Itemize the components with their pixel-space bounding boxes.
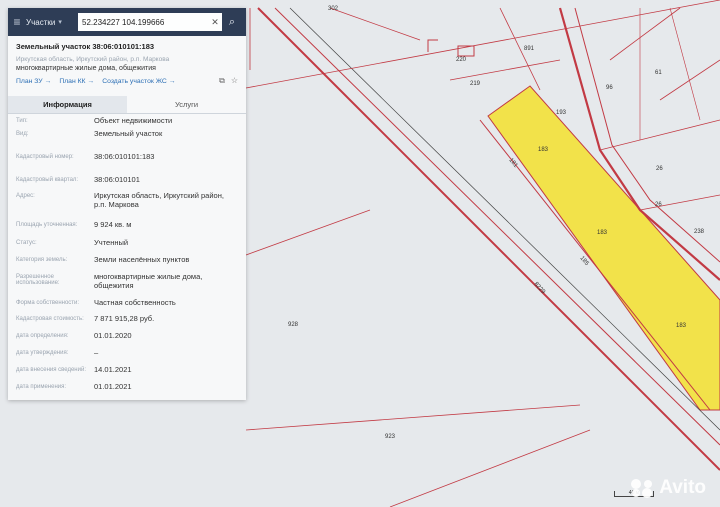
layer-select[interactable]: Участки ▾ <box>26 18 78 27</box>
search-input[interactable] <box>78 13 208 31</box>
card-header: Земельный участок 38:06:010101:183 Иркут… <box>8 38 246 90</box>
row-label: Кадастровый квартал: <box>16 177 79 183</box>
info-row-entry-date: дата внесения сведений: 14.01.2021 <box>8 365 246 382</box>
info-row-approval-date: дата утверждения: – <box>8 348 246 365</box>
row-label: Тип: <box>16 118 28 124</box>
info-row-area: Площадь уточненная: 9 924 кв. м <box>8 220 246 238</box>
row-value: 38:06:010101 <box>94 175 140 184</box>
row-label: Площадь уточненная: <box>16 222 78 228</box>
row-label: Кадастровая стоимость: <box>16 316 84 322</box>
share-icon[interactable]: ⧉ <box>219 76 225 86</box>
star-icon[interactable]: ☆ <box>231 76 238 86</box>
plan-zu-link[interactable]: План ЗУ → <box>16 78 51 85</box>
avito-watermark: Avito <box>629 477 706 499</box>
parcel-label-928: 928 <box>288 322 299 328</box>
row-value: 9 924 кв. м <box>94 220 132 229</box>
avito-logo-icon <box>631 479 653 498</box>
row-value: – <box>94 348 99 357</box>
parcel-label-26-a: 26 <box>656 166 663 172</box>
row-label: дата определения: <box>16 333 69 339</box>
action-links: План ЗУ → План КК → Создать участок ЖС →… <box>16 76 238 86</box>
row-value: 01.01.2021 <box>94 382 132 391</box>
parcel-label-891: 891 <box>524 46 535 52</box>
row-value: 38:06:010101:183 <box>94 152 155 161</box>
row-value: Учтенный <box>94 238 129 247</box>
info-rows: Тип: Объект недвижимости Вид: Земельный … <box>8 116 246 399</box>
info-row-cadastral-number: Кадастровый номер: 38:06:010101:183 <box>8 152 246 175</box>
row-value: Земли населённых пунктов <box>94 255 190 264</box>
info-row-kind: Вид: Земельный участок <box>8 129 246 152</box>
plan-kk-link[interactable]: План КК → <box>59 78 94 85</box>
layer-select-label: Участки <box>26 17 56 27</box>
info-row-determination-date: дата определения: 01.01.2020 <box>8 331 246 348</box>
parcel-label-96: 96 <box>606 85 613 91</box>
row-value: Земельный участок <box>94 129 163 138</box>
row-label: Разрешенное использование: <box>16 274 60 286</box>
info-row-permitted-use: Разрешенное использование: многоквартирн… <box>8 272 246 298</box>
row-value: 01.01.2020 <box>94 331 132 340</box>
info-row-type: Тип: Объект недвижимости <box>8 116 246 129</box>
avito-watermark-text: Avito <box>659 477 706 498</box>
row-label: Кадастровый номер: <box>16 154 74 160</box>
row-label: дата применения: <box>16 384 67 390</box>
row-label: Категория земель: <box>16 257 68 263</box>
chevron-down-icon: ▾ <box>58 19 62 26</box>
row-value: многоквартирные жилые дома, общежития <box>94 272 203 290</box>
parcel-label-61: 61 <box>655 70 662 76</box>
search-icon[interactable]: ⌕ <box>222 16 242 29</box>
info-panel: ≡ Участки ▾ ✕ ⌕ Земельный участок 38:06:… <box>8 8 246 400</box>
menu-icon[interactable]: ≡ <box>8 15 26 29</box>
row-label: Вид: <box>16 131 29 137</box>
row-value: Иркутская область, Иркутский район, р.п.… <box>94 191 224 209</box>
purpose-line: многоквартирные жилые дома, общежития <box>16 65 156 72</box>
tab-services[interactable]: Услуги <box>127 96 246 113</box>
row-value: Частная собственность <box>94 298 176 307</box>
tab-bar: Информация Услуги <box>8 96 246 114</box>
row-value: Объект недвижимости <box>94 116 173 125</box>
create-parcel-link[interactable]: Создать участок ЖС → <box>102 78 175 85</box>
parcel-label-183-b: 183 <box>597 230 608 236</box>
info-row-address: Адрес: Иркутская область, Иркутский райо… <box>8 191 246 220</box>
tab-information[interactable]: Информация <box>8 96 127 113</box>
row-label: Адрес: <box>16 193 35 199</box>
screen: 928 923 183 183 183 193 891 219 220 61 9… <box>0 0 720 507</box>
row-label: дата внесения сведений: <box>16 367 86 373</box>
row-value: 7 871 915,28 руб. <box>94 314 155 323</box>
search-bar: ≡ Участки ▾ ✕ ⌕ <box>8 8 246 36</box>
row-label: Форма собственности: <box>16 300 80 306</box>
row-label: Статус: <box>16 240 37 246</box>
parcel-label-220: 220 <box>456 57 467 63</box>
parcel-label-183-c: 183 <box>676 323 687 329</box>
row-value: 14.01.2021 <box>94 365 132 374</box>
parcel-label-183-a: 183 <box>538 147 549 153</box>
info-row-ownership: Форма собственности: Частная собственнос… <box>8 298 246 314</box>
info-row-application-date: дата применения: 01.01.2021 <box>8 382 246 399</box>
parcel-label-923: 923 <box>385 434 396 440</box>
parcel-label-302: 302 <box>328 6 339 12</box>
info-row-land-category: Категория земель: Земли населённых пункт… <box>8 255 246 272</box>
parcel-label-219: 219 <box>470 81 481 87</box>
info-row-cadastral-quarter: Кадастровый квартал: 38:06:010101 <box>8 175 246 191</box>
clear-icon[interactable]: ✕ <box>208 13 222 31</box>
info-row-cadastral-value: Кадастровая стоимость: 7 871 915,28 руб. <box>8 314 246 331</box>
parcel-label-193: 193 <box>556 110 567 116</box>
card-icons: ⧉ ☆ <box>219 76 238 86</box>
info-row-status: Статус: Учтенный <box>8 238 246 255</box>
page-title: Земельный участок 38:06:010101:183 <box>16 42 155 51</box>
row-label: дата утверждения: <box>16 350 69 356</box>
address-line: Иркутская область, Иркутский район, р.п.… <box>16 56 170 63</box>
parcel-label-238: 238 <box>694 229 705 235</box>
parcel-label-26-b: 26 <box>655 202 662 208</box>
